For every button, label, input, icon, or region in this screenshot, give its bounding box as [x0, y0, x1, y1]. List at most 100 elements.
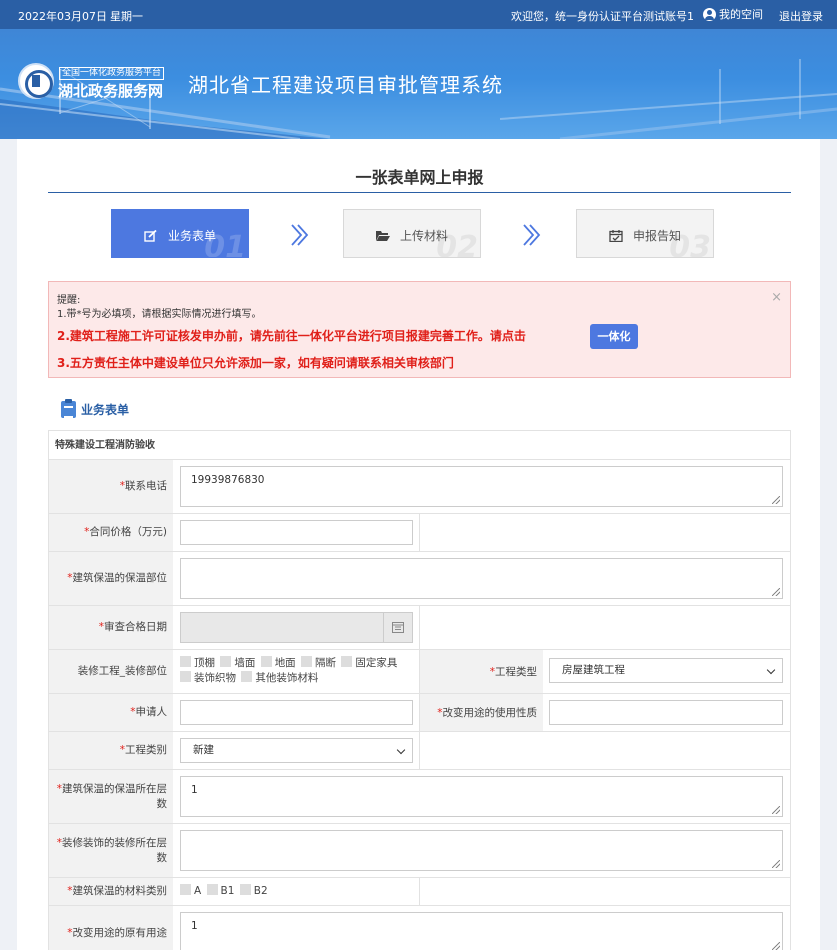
- checkbox-icon: [180, 656, 191, 667]
- use-nature-input[interactable]: [549, 700, 783, 725]
- alert-line-1: 1.带*号为必填项，请根据实际情况进行填写。: [57, 309, 262, 320]
- checkbox-decorative-fabric[interactable]: 装饰织物: [180, 671, 236, 684]
- checkbox-icon: [180, 671, 191, 682]
- current-weekday: 星期一: [110, 10, 143, 23]
- checkbox-icon: [220, 656, 232, 667]
- date-picker-button[interactable]: [383, 613, 412, 642]
- integration-platform-button[interactable]: 一体化: [590, 324, 638, 349]
- step-business-form[interactable]: 业务表单 01: [111, 209, 249, 258]
- form-row-decoration: 装修工程_装修部位 顶棚 墙面 地面 隔断 固定家具 装饰织物 其他装饰材料 *…: [49, 650, 790, 694]
- insulation-part-label: * 建筑保温的保温部位: [49, 552, 173, 605]
- checkbox-ceiling[interactable]: 顶棚: [180, 656, 215, 669]
- checkbox-icon: [241, 671, 253, 682]
- edit-icon: [144, 229, 157, 242]
- calendar-icon: [392, 622, 404, 633]
- my-space-link[interactable]: 我的空间: [703, 6, 763, 22]
- form-row-review-date: * 审查合格日期: [49, 606, 790, 650]
- checkbox-floor[interactable]: 地面: [260, 656, 296, 669]
- form-row-decoration-floors: *装修装饰的装修所在层数: [49, 824, 790, 878]
- checkbox-icon: [206, 884, 218, 895]
- form-row-insulation-floors: *建筑保温的保温所在层数 1: [49, 770, 790, 824]
- checkbox-class-b1[interactable]: B1: [206, 884, 234, 897]
- checkbox-icon: [260, 656, 272, 667]
- alert-line-2: 2.建筑工程施工许可证核发申办前，请先前往一体化平台进行项目报建完善工作。请点击: [57, 329, 526, 343]
- alert-line-3: 3.五方责任主体中建设单位只允许添加一家，如有疑问请联系相关审核部门: [57, 356, 454, 370]
- project-type-label: * 工程类型: [420, 650, 543, 693]
- original-use-field[interactable]: 1: [180, 912, 783, 950]
- form-row-material-class: * 建筑保温的材料类别 A B1 B2: [49, 878, 790, 906]
- logout-link[interactable]: 退出登录: [779, 8, 823, 24]
- use-nature-label: * 改变用途的使用性质: [420, 694, 543, 731]
- folder-open-icon: [375, 230, 390, 241]
- phone-field[interactable]: 19939876830: [180, 466, 783, 507]
- form-row-applicant: * 申请人 * 改变用途的使用性质: [49, 694, 790, 732]
- step-number: 02: [436, 230, 478, 258]
- checkbox-fixed-furniture[interactable]: 固定家具: [341, 656, 397, 669]
- current-date: 2022年03月07日: [18, 10, 107, 23]
- review-date-label: * 审查合格日期: [49, 606, 173, 649]
- main-card: 一张表单网上申报 业务表单 01 上传材料 02 申报告知 03 提醒: 1.带…: [17, 139, 820, 950]
- phone-label: * 联系电话: [49, 460, 173, 513]
- system-title: 湖北省工程建设项目审批管理系统: [188, 73, 503, 97]
- my-space-label: 我的空间: [719, 8, 763, 21]
- form-row-original-use: * 改变用途的原有用途 1: [49, 906, 790, 950]
- header-banner: 全国一体化政务服务平台 湖北政务服务网 湖北省工程建设项目审批管理系统: [0, 29, 837, 139]
- step-number: 03: [669, 230, 711, 258]
- section-heading: 业务表单: [61, 399, 130, 418]
- chevron-down-icon: [766, 665, 776, 675]
- chevron-down-icon: [396, 745, 406, 755]
- decoration-label: 装修工程_装修部位: [49, 650, 173, 693]
- welcome-text: 欢迎您，统一身份认证平台测试账号1: [511, 10, 694, 23]
- original-use-label: * 改变用途的原有用途: [49, 906, 173, 950]
- review-date-input[interactable]: [180, 612, 413, 643]
- title-divider: [48, 192, 791, 193]
- step-number: 01: [204, 230, 246, 258]
- logo-name: 湖北政务服务网: [58, 82, 164, 100]
- checkbox-class-b2[interactable]: B2: [239, 884, 268, 897]
- form-row-insulation-part: * 建筑保温的保温部位: [49, 552, 790, 606]
- chevron-right-icon: [291, 224, 309, 246]
- section-title: 业务表单: [81, 403, 130, 417]
- gov-service-logo-icon: [18, 63, 54, 99]
- applicant-label: * 申请人: [49, 694, 173, 731]
- project-category-label: * 工程类别: [49, 732, 173, 769]
- calendar-check-icon: [609, 229, 623, 242]
- step-declaration-notice[interactable]: 申报告知 03: [576, 209, 714, 258]
- material-class-checkbox-group: A B1 B2: [180, 884, 412, 899]
- form-caption: 特殊建设工程消防验收: [49, 431, 790, 460]
- checkbox-partition[interactable]: 隔断: [301, 656, 336, 669]
- top-bar: 2022年03月07日 星期一 欢迎您，统一身份认证平台测试账号1 我的空间 退…: [0, 0, 837, 29]
- form-row-phone: * 联系电话 19939876830: [49, 460, 790, 514]
- project-category-select[interactable]: 新建: [180, 738, 413, 763]
- checkbox-other-materials[interactable]: 其他装饰材料: [241, 671, 318, 684]
- form-row-contract-price: * 合同价格（万元): [49, 514, 790, 552]
- chevron-right-icon: [523, 224, 541, 246]
- close-icon[interactable]: ×: [771, 290, 782, 305]
- page-title: 一张表单网上申报: [355, 168, 484, 187]
- alert-title: 提醒:: [57, 295, 81, 306]
- reminder-alert: 提醒: 1.带*号为必填项，请根据实际情况进行填写。 2.建筑工程施工许可证核发…: [48, 281, 791, 378]
- project-type-select[interactable]: 房屋建筑工程: [549, 658, 783, 683]
- step-upload-materials[interactable]: 上传材料 02: [343, 209, 481, 258]
- checkbox-icon: [341, 656, 353, 667]
- form-row-project-category: * 工程类别 新建: [49, 732, 790, 770]
- clipboard-icon: [61, 399, 76, 418]
- contract-price-label: * 合同价格（万元): [49, 514, 173, 551]
- material-class-label: * 建筑保温的材料类别: [49, 878, 173, 905]
- checkbox-icon: [239, 884, 251, 895]
- insulation-floors-label: *建筑保温的保温所在层数: [49, 770, 173, 823]
- checkbox-icon: [180, 884, 191, 895]
- decoration-floors-label: *装修装饰的装修所在层数: [49, 824, 173, 877]
- decoration-floors-field[interactable]: [180, 830, 783, 871]
- checkbox-wall[interactable]: 墙面: [220, 656, 255, 669]
- insulation-floors-field[interactable]: 1: [180, 776, 783, 817]
- insulation-part-field[interactable]: [180, 558, 783, 599]
- applicant-input[interactable]: [180, 700, 413, 725]
- decoration-checkbox-group: 顶棚 墙面 地面 隔断 固定家具 装饰织物 其他装饰材料: [180, 656, 412, 686]
- contract-price-input[interactable]: [180, 520, 413, 545]
- checkbox-icon: [301, 656, 313, 667]
- business-form: 特殊建设工程消防验收 * 联系电话 19939876830 * 合同价格（万元) *…: [48, 430, 791, 950]
- user-icon: [703, 7, 716, 21]
- checkbox-class-a[interactable]: A: [180, 884, 201, 897]
- logo-tagline: 全国一体化政务服务平台: [59, 67, 165, 80]
